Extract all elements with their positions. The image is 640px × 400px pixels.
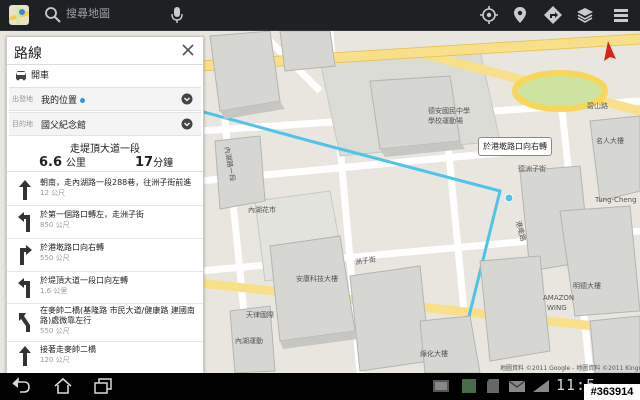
origin-value: 我的位置 [41, 93, 85, 106]
step-text: 於堤頂大道一段口向左轉 [40, 276, 128, 285]
arrow-up-icon [19, 346, 31, 366]
direction-step[interactable]: 在麥帥二橋(基隆路 市民大道/健康路 建國南路)處微靠左行 550 公尺 [7, 303, 203, 342]
recent-apps-icon[interactable] [92, 377, 114, 395]
screenshot-icon [462, 379, 476, 393]
places-icon[interactable] [510, 5, 530, 25]
back-icon[interactable] [10, 377, 32, 395]
map-label: 德安國民中學 [428, 107, 470, 115]
divider [7, 64, 203, 65]
panel-title: 路線 [14, 46, 42, 62]
layers-icon[interactable] [575, 5, 595, 25]
divider [7, 171, 203, 172]
chevron-down-icon[interactable] [181, 93, 193, 105]
menu-icon[interactable] [611, 5, 631, 25]
direction-step[interactable]: 於堤頂大道一段口向左轉 1.6 公里 [7, 271, 203, 304]
step-text: 在麥帥二橋(基隆路 市民大道/健康路 建國南路)處微靠左行 [40, 306, 195, 325]
system-nav-bar: 11:5 [0, 373, 640, 400]
map-label: 內湖運動 [235, 337, 263, 345]
keep-left-icon [19, 313, 30, 332]
map-label: WING [547, 304, 567, 312]
my-location-icon[interactable] [479, 5, 499, 25]
travel-mode-label[interactable]: 開車 [31, 68, 49, 81]
step-text: 接著走麥帥二橋 [40, 345, 96, 354]
origin-field[interactable]: 出發地 我的位置 [9, 87, 201, 111]
direction-step[interactable]: 於港墘路口向右轉 550 公尺 [7, 238, 203, 272]
car-icon[interactable] [14, 69, 28, 81]
turn-left-icon [18, 278, 30, 298]
search-icon[interactable] [44, 6, 62, 24]
destination-field[interactable]: 目的地 國父紀念館 [9, 112, 201, 136]
step-text: 於第一個路口轉左，走洲子街 [40, 210, 144, 219]
origin-label: 出發地 [12, 95, 33, 103]
route-distance: 6.6 公里 [39, 155, 86, 170]
step-distance: 550 公尺 [40, 254, 70, 262]
map-label: 碧山路 [587, 102, 608, 110]
maps-app-icon[interactable] [8, 4, 30, 26]
directions-icon[interactable] [543, 5, 563, 25]
home-icon[interactable] [52, 377, 74, 395]
map-label: 安康科技大樓 [296, 275, 338, 283]
image-tag: #363914 [584, 384, 640, 400]
mail-icon [508, 380, 526, 392]
direction-step[interactable]: 朝南，走內湖路一段288巷，往洲子街前進 12 公尺 [7, 175, 203, 206]
map-label: 綠化大樓 [420, 350, 448, 358]
route-title: 走堤頂大道一段 [70, 144, 140, 155]
step-text: 朝南，走內湖路一段288巷，往洲子街前進 [40, 178, 192, 187]
route-step-callout[interactable]: 於港墘路口向右轉 [478, 137, 552, 156]
step-distance: 12 公尺 [40, 189, 66, 197]
chevron-down-icon[interactable] [181, 118, 193, 130]
step-text: 於港墘路口向右轉 [40, 243, 104, 252]
step-distance: 850 公尺 [40, 221, 70, 229]
turn-right-icon [20, 245, 32, 265]
direction-step[interactable]: 於第一個路口轉左，走洲子街 850 公尺 [7, 205, 203, 239]
location-dot-icon [79, 98, 85, 103]
map-copyright: 地圖資料 ©2011 Google - 地圖資料 ©2011 Kingway [500, 365, 640, 372]
direction-step[interactable]: 接著走麥帥二橋 120 公尺 [7, 341, 203, 373]
directions-panel: 路線 開車 出發地 我的位置 目的地 國父紀念館 走堤頂大道一段 6.6 公里 … [6, 36, 204, 374]
turn-left-icon [18, 212, 30, 232]
sd-card-icon [487, 379, 499, 393]
action-bar: 搜尋地圖 [0, 0, 640, 31]
arrow-up-icon [19, 180, 31, 200]
search-input[interactable]: 搜尋地圖 [66, 5, 166, 23]
map-label: 內湖花市 [248, 206, 276, 214]
route-duration: 17分鐘 [135, 155, 174, 170]
step-distance: 120 公尺 [40, 356, 70, 364]
notification-icon [433, 380, 449, 392]
close-icon[interactable] [181, 43, 195, 57]
microphone-icon[interactable] [170, 6, 184, 24]
wifi-icon [533, 380, 549, 392]
map-label: 天律國際 [246, 311, 274, 319]
map-label: 明德大樓 [573, 282, 601, 290]
destination-label: 目的地 [12, 120, 33, 128]
map-label: Tung-Cheng [595, 196, 637, 204]
step-distance: 1.6 公里 [40, 287, 68, 295]
map-label: AMAZON [543, 294, 575, 302]
step-distance: 550 公尺 [40, 327, 70, 335]
map-label: 學校運動場 [428, 117, 463, 125]
map-label: 名人大樓 [596, 137, 624, 145]
destination-value: 國父紀念館 [41, 121, 87, 131]
map-label: 德洲子街 [518, 165, 546, 173]
